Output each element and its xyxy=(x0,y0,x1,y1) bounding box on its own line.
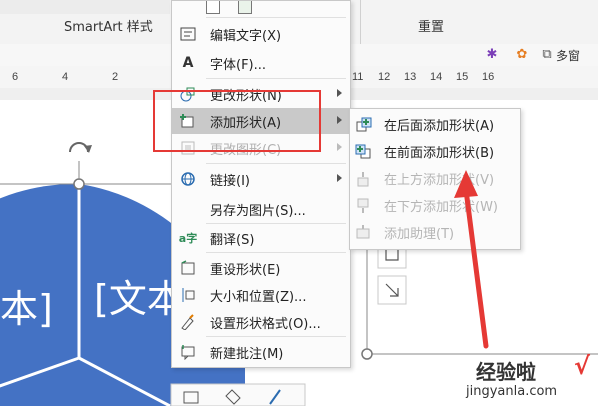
menu-item-save-as-picture[interactable]: 另存为图片(S)... xyxy=(172,196,350,222)
font-icon: A xyxy=(182,55,194,71)
submenu-item-add-after[interactable]: 在后面添加形状(A) xyxy=(350,111,520,138)
add-above-icon xyxy=(354,170,372,188)
submenu-item-label: 在下方添加形状(W) xyxy=(384,200,498,215)
submenu-arrow-icon xyxy=(337,174,342,182)
submenu-arrow-icon xyxy=(337,143,342,151)
menu-item-label: 新建批注(M) xyxy=(210,346,284,362)
menu-item-reset-shape[interactable]: 重设形状(E) xyxy=(172,255,350,281)
menu-item-label: 字体(F)... xyxy=(210,57,267,73)
group-label-smartart-styles: SmartArt 样式 xyxy=(64,20,153,35)
watermark-check-icon: √ xyxy=(574,352,591,380)
watermark-text: 经验啦 xyxy=(476,360,536,384)
translate-icon: a字 xyxy=(178,232,198,245)
puzzle-icon[interactable]: ✱ xyxy=(482,45,502,63)
ruler-tick: 4 xyxy=(62,71,69,83)
rotate-handle-icon[interactable] xyxy=(69,142,92,180)
watermark-url: jingyanla.com xyxy=(466,384,558,399)
menu-separator xyxy=(206,163,346,164)
add-after-icon xyxy=(354,116,372,134)
menu-item-label: 大小和位置(Z)... xyxy=(210,289,307,305)
context-menu: 编辑文字(X) A 字体(F)... 更改形状(N) 添加形状(A) 更改图形(… xyxy=(171,0,351,368)
ruler-tick: 13 xyxy=(404,71,417,83)
smartart-text-left[interactable]: 本] xyxy=(0,278,53,333)
link-icon xyxy=(178,169,198,189)
paste-icon[interactable] xyxy=(206,1,220,14)
add-below-icon xyxy=(354,197,372,215)
ruler-tick: 6 xyxy=(12,71,19,83)
submenu-arrow-icon xyxy=(337,116,342,124)
edit-text-icon xyxy=(178,24,198,44)
submenu-item-add-assistant: 添加助理(T) xyxy=(350,219,520,246)
ruler-tick: 2 xyxy=(112,71,119,83)
paste-picture-icon[interactable] xyxy=(238,1,252,14)
menu-item-label: 另存为图片(S)... xyxy=(210,203,306,219)
menu-item-translate[interactable]: a字 翻译(S) xyxy=(172,225,350,251)
menu-item-label: 编辑文字(X) xyxy=(210,28,282,44)
submenu-item-add-above: 在上方添加形状(V) xyxy=(350,165,520,192)
ribbon-style-gallery[interactable] xyxy=(0,0,170,14)
submenu-arrow-icon xyxy=(337,89,342,97)
ruler-tick: 14 xyxy=(430,71,443,83)
menu-item-link[interactable]: 链接(I) xyxy=(172,166,350,192)
resize-handle[interactable] xyxy=(73,178,85,190)
menu-item-new-comment[interactable]: 新建批注(M) xyxy=(172,339,350,365)
reset-shape-icon xyxy=(178,258,198,278)
format-shape-icon xyxy=(178,312,198,332)
add-assistant-icon xyxy=(354,224,372,242)
new-comment-icon xyxy=(178,342,198,362)
ribbon-separator xyxy=(360,0,361,44)
menu-item-label: 重设形状(E) xyxy=(210,262,281,278)
submenu-item-label: 添加助理(T) xyxy=(384,227,455,242)
gear-icon[interactable]: ✿ xyxy=(512,45,532,63)
resize-handle[interactable] xyxy=(361,348,373,360)
menu-item-label: 翻译(S) xyxy=(210,232,255,248)
menu-item-size-position[interactable]: 大小和位置(Z)... xyxy=(172,282,350,308)
ruler-tick: 11 xyxy=(352,71,364,83)
menu-separator xyxy=(206,252,346,253)
menu-item-font[interactable]: A 字体(F)... xyxy=(172,50,350,76)
menu-item-edit-text[interactable]: 编辑文字(X) xyxy=(172,21,350,47)
menu-separator xyxy=(206,78,346,79)
submenu-item-label: 在后面添加形状(A) xyxy=(384,119,495,134)
submenu-item-add-below: 在下方添加形状(W) xyxy=(350,192,520,219)
submenu-item-label: 在上方添加形状(V) xyxy=(384,173,495,188)
menu-item-label: 设置形状格式(O)... xyxy=(210,316,321,332)
menu-item-label: 链接(I) xyxy=(210,173,250,189)
add-before-icon xyxy=(354,143,372,161)
ruler-tick: 12 xyxy=(378,71,391,83)
windows-icon[interactable]: ⧉ xyxy=(540,45,554,63)
ruler-tick: 16 xyxy=(482,71,495,83)
group-label-reset: 重置 xyxy=(418,20,445,35)
size-position-icon xyxy=(178,285,198,305)
submenu-item-label: 在前面添加形状(B) xyxy=(384,146,495,161)
add-shape-submenu: 在后面添加形状(A) 在前面添加形状(B) 在上方添加形状(V) 在下方添加形状… xyxy=(349,108,521,250)
more-windows-label[interactable]: 多窗 xyxy=(556,47,580,64)
highlight-box xyxy=(153,90,321,152)
menu-separator xyxy=(206,336,346,337)
menu-separator xyxy=(206,17,346,18)
ruler-tick: 15 xyxy=(456,71,469,83)
submenu-item-add-before[interactable]: 在前面添加形状(B) xyxy=(350,138,520,165)
menu-separator xyxy=(206,223,346,224)
menu-item-format-shape[interactable]: 设置形状格式(O)... xyxy=(172,309,350,335)
